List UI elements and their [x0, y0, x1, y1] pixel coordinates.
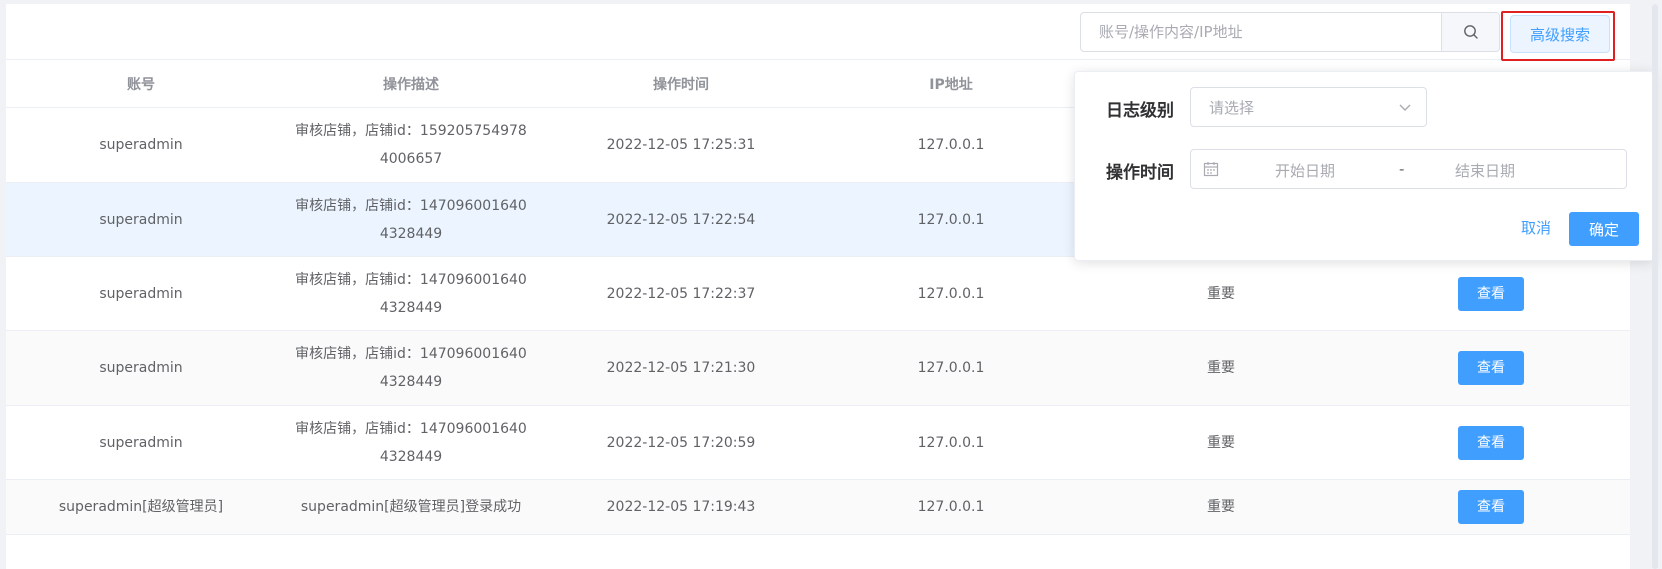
- description-text: 审核店铺，店铺id：1470960016404328449: [295, 346, 527, 390]
- log-level-placeholder: 请选择: [1209, 98, 1255, 117]
- cell-time: 2022-12-05 17:20:59: [606, 434, 756, 451]
- cancel-button[interactable]: 取消: [1521, 217, 1551, 238]
- chevron-down-icon: [1399, 104, 1411, 111]
- view-button[interactable]: 查看: [1458, 276, 1524, 311]
- cell-ip: 127.0.0.1: [917, 285, 985, 302]
- search-box: [1080, 12, 1500, 52]
- cell-ip: 127.0.0.1: [917, 211, 985, 228]
- cell-account: superadmin: [99, 211, 183, 228]
- table-row[interactable]: superadmin 审核店铺，店铺id：1470960016404328449…: [6, 257, 1630, 331]
- column-header-ip: IP地址: [929, 76, 973, 93]
- cell-account: superadmin: [99, 360, 183, 376]
- column-header-account: 账号: [127, 76, 155, 93]
- table-row[interactable]: superadmin 审核店铺，店铺id：1470960016404328449…: [6, 331, 1630, 406]
- log-list-panel: 高级搜索 账号 操作描述 操作时间 IP地址 superadmin 审核店铺，店…: [6, 4, 1654, 569]
- cell-action: 查看: [1356, 406, 1626, 479]
- advanced-search-button[interactable]: 高级搜索: [1510, 15, 1610, 53]
- description-text: 审核店铺，店铺id：1470960016404328449: [295, 197, 527, 242]
- cell-action: 查看: [1356, 257, 1626, 330]
- cell-time: 2022-12-05 17:21:30: [606, 360, 756, 376]
- cell-account: superadmin: [99, 434, 183, 451]
- cell-description: 审核店铺，店铺id：1470960016404328449: [276, 257, 546, 330]
- view-button[interactable]: 查看: [1458, 425, 1524, 460]
- toolbar: 高级搜索: [6, 4, 1630, 61]
- column-header-time: 操作时间: [653, 76, 709, 93]
- cell-account: superadmin: [99, 137, 183, 153]
- cell-account: superadmin[超级管理员]: [58, 499, 224, 515]
- op-time-label: 操作时间: [1106, 163, 1174, 183]
- cell-level: 重要: [1207, 285, 1235, 302]
- cell-time: 2022-12-05 17:22:37: [606, 285, 756, 302]
- view-button[interactable]: 查看: [1458, 490, 1524, 524]
- cell-description: 审核店铺，店铺id：1592057549784006657: [276, 108, 546, 182]
- date-range-picker[interactable]: 开始日期 - 结束日期: [1190, 149, 1627, 189]
- cell-time: 2022-12-05 17:19:43: [606, 499, 756, 515]
- description-text: 审核店铺，店铺id：1470960016404328449: [295, 271, 527, 316]
- start-date-input[interactable]: 开始日期: [1275, 160, 1335, 181]
- page-scrollbar[interactable]: [1652, 4, 1658, 569]
- calendar-icon: [1203, 162, 1219, 177]
- description-text: 审核店铺，店铺id：1470960016404328449: [295, 420, 527, 465]
- cell-time: 2022-12-05 17:22:54: [606, 211, 756, 228]
- cell-ip: 127.0.0.1: [917, 137, 985, 153]
- cell-level: 重要: [1207, 434, 1235, 451]
- cell-time: 2022-12-05 17:25:31: [606, 137, 756, 153]
- search-input[interactable]: [1081, 13, 1441, 51]
- cell-ip: 127.0.0.1: [917, 434, 985, 451]
- search-button[interactable]: [1441, 13, 1499, 51]
- cell-ip: 127.0.0.1: [917, 360, 985, 376]
- log-level-select[interactable]: 请选择: [1190, 87, 1427, 127]
- table-row[interactable]: superadmin[超级管理员] superadmin[超级管理员]登录成功 …: [6, 480, 1630, 535]
- cell-description: superadmin[超级管理员]登录成功: [300, 499, 522, 515]
- view-button[interactable]: 查看: [1458, 351, 1524, 385]
- search-icon: [1463, 25, 1478, 39]
- cell-ip: 127.0.0.1: [917, 499, 985, 515]
- cell-level: 重要: [1207, 499, 1235, 515]
- cell-action: 查看: [1356, 480, 1626, 534]
- log-level-label: 日志级别: [1106, 101, 1174, 121]
- cell-description: 审核店铺，店铺id：1470960016404328449: [276, 406, 546, 479]
- table-row[interactable]: superadmin 审核店铺，店铺id：1470960016404328449…: [6, 406, 1630, 480]
- confirm-button[interactable]: 确定: [1569, 212, 1639, 246]
- cell-level: 重要: [1207, 360, 1235, 376]
- column-header-description: 操作描述: [383, 76, 439, 93]
- cell-description: 审核店铺，店铺id：1470960016404328449: [276, 183, 546, 256]
- end-date-input[interactable]: 结束日期: [1455, 160, 1515, 181]
- description-text: 审核店铺，店铺id：1592057549784006657: [295, 123, 527, 167]
- advanced-search-popover: 日志级别 请选择 操作时间 开始日期 - 结束日期 取消 确定: [1074, 71, 1654, 261]
- cell-account: superadmin: [99, 285, 183, 302]
- cell-description: 审核店铺，店铺id：1470960016404328449: [276, 331, 546, 405]
- cell-action: 查看: [1356, 331, 1626, 405]
- range-separator: -: [1399, 160, 1405, 178]
